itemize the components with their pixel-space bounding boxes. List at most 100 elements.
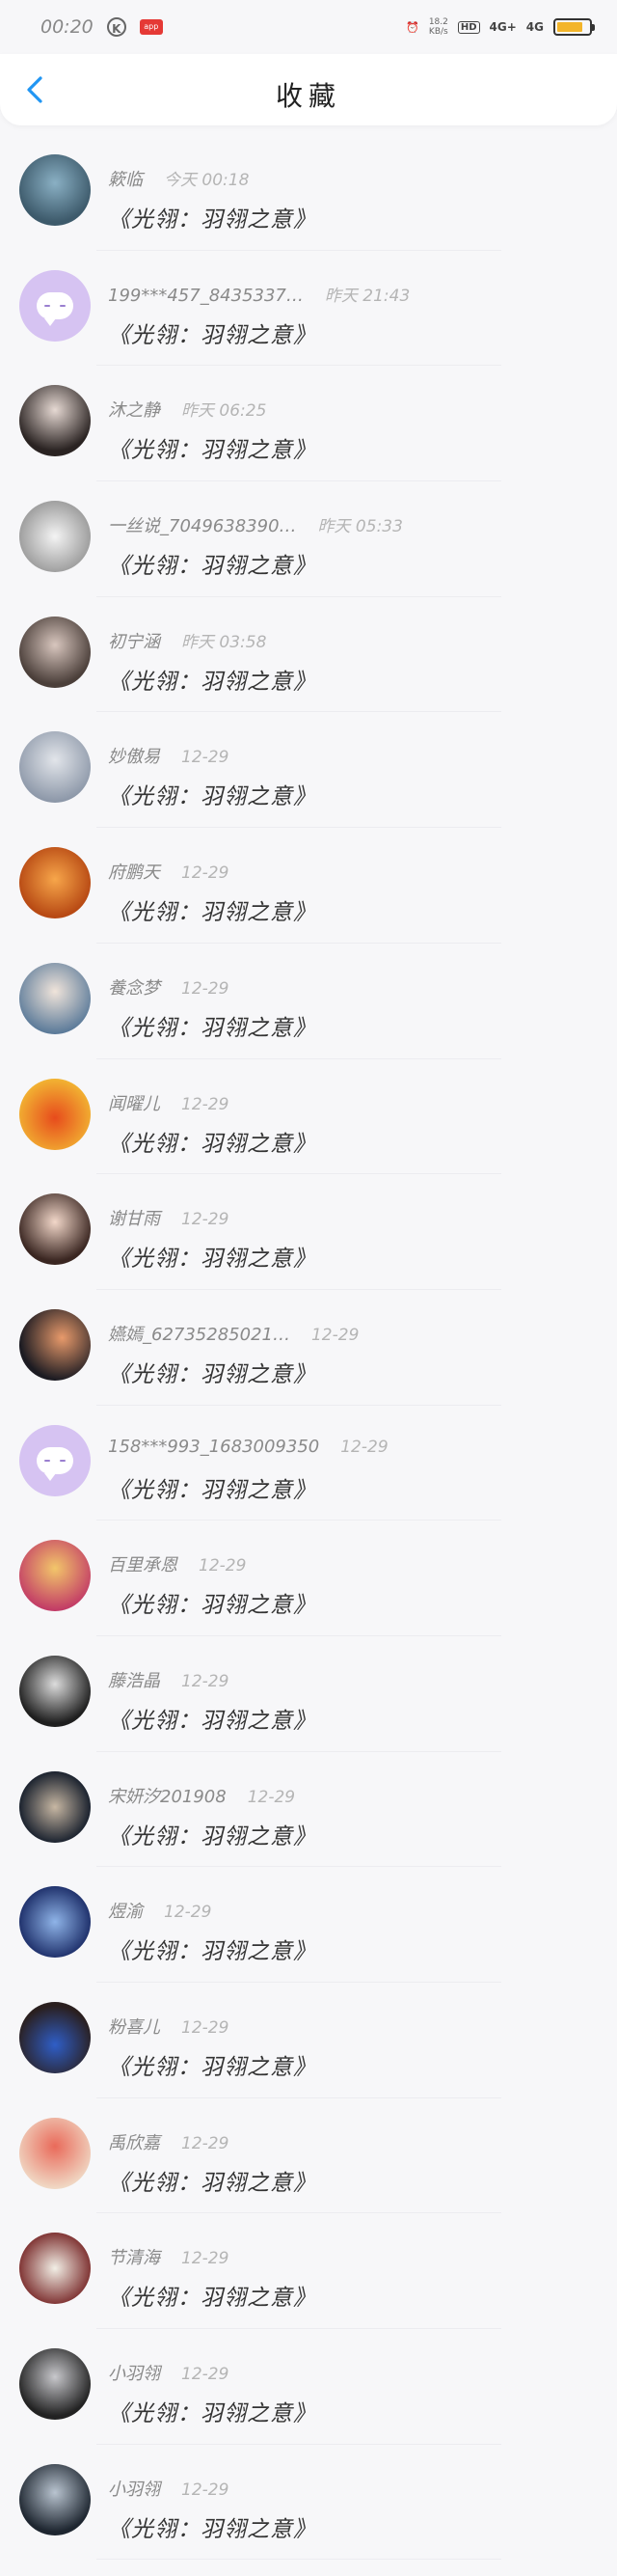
list-item[interactable]: 谢甘雨 12-29 《光翎：羽翎之意》: [0, 1174, 617, 1290]
user-name[interactable]: 小羽翎: [108, 2364, 160, 2384]
avatar[interactable]: [19, 2002, 91, 2073]
user-name[interactable]: 初宁涵: [108, 632, 160, 652]
avatar[interactable]: [19, 962, 91, 1034]
list-item[interactable]: 节清海 12-29 《光翎：羽翎之意》: [0, 2213, 617, 2329]
work-title[interactable]: 《光翎：羽翎之意》: [108, 2048, 316, 2081]
avatar[interactable]: [19, 1770, 91, 1843]
avatar[interactable]: [19, 847, 91, 919]
item-meta: 闻曜儿 12-29: [108, 1090, 228, 1115]
avatar[interactable]: [19, 2233, 91, 2305]
work-title[interactable]: 《光翎：羽翎之意》: [108, 1240, 316, 1273]
list-item[interactable]: 百里承恩 12-29 《光翎：羽翎之意》: [0, 1521, 617, 1636]
signal-4gplus-icon: 4G+: [489, 20, 517, 34]
timestamp: 昨天 05:33: [317, 517, 403, 537]
list-item[interactable]: 158***993_1683009350 12-29 《光翎：羽翎之意》: [0, 1406, 617, 1521]
user-name[interactable]: 宋妍汐201908: [108, 1787, 227, 1807]
user-name[interactable]: 簌临: [108, 170, 143, 190]
user-name[interactable]: 节清海: [108, 2248, 160, 2268]
item-meta: 煜渝 12-29: [108, 1898, 211, 1923]
list-item[interactable]: 養念梦 12-29 《光翎：羽翎之意》: [0, 944, 617, 1059]
work-title[interactable]: 《光翎：羽翎之意》: [108, 431, 316, 464]
work-title[interactable]: 《光翎：羽翎之意》: [108, 2395, 316, 2427]
avatar[interactable]: [19, 1193, 91, 1266]
user-name[interactable]: 闻曜儿: [108, 1094, 160, 1114]
work-title[interactable]: 《光翎：羽翎之意》: [108, 663, 316, 696]
list-item[interactable]: 小羽翎 12-29 《光翎：羽翎之意》: [0, 2329, 617, 2445]
list-item[interactable]: 沐之静 昨天 06:25 《光翎：羽翎之意》: [0, 366, 617, 481]
avatar[interactable]: [19, 1424, 91, 1496]
user-name[interactable]: 一丝说_7049638390…: [108, 516, 297, 536]
user-name[interactable]: 百里承恩: [108, 1555, 177, 1576]
title-bar: 收藏: [0, 54, 617, 125]
work-title[interactable]: 《光翎：羽翎之意》: [108, 201, 316, 233]
user-name[interactable]: 禹欣嘉: [108, 2133, 160, 2153]
timestamp: 12-29: [181, 863, 229, 884]
avatar[interactable]: [19, 2348, 91, 2421]
work-title[interactable]: 《光翎：羽翎之意》: [108, 1702, 316, 1735]
work-title[interactable]: 《光翎：羽翎之意》: [108, 2279, 316, 2312]
avatar[interactable]: [19, 154, 91, 226]
user-name[interactable]: 沐之静: [108, 400, 160, 421]
avatar[interactable]: [19, 1886, 91, 1959]
item-meta: 宋妍汐201908 12-29: [108, 1783, 295, 1808]
list-item[interactable]: 煜渝 12-29 《光翎：羽翎之意》: [0, 1867, 617, 1983]
list-item[interactable]: 初宁涵 昨天 03:58 《光翎：羽翎之意》: [0, 597, 617, 713]
list-item[interactable]: 禹欣嘉 12-29 《光翎：羽翎之意》: [0, 2098, 617, 2214]
user-name[interactable]: 谢甘雨: [108, 1209, 160, 1229]
work-title[interactable]: 《光翎：羽翎之意》: [108, 1818, 316, 1850]
avatar[interactable]: [19, 616, 91, 688]
avatar[interactable]: [19, 1655, 91, 1727]
avatar[interactable]: [19, 1078, 91, 1150]
work-title[interactable]: 《光翎：羽翎之意》: [108, 1471, 316, 1504]
work-title[interactable]: 《光翎：羽翎之意》: [108, 1125, 316, 1158]
work-title[interactable]: 《光翎：羽翎之意》: [108, 2510, 316, 2543]
work-title[interactable]: 《光翎：羽翎之意》: [108, 893, 316, 926]
list-item[interactable]: 府鹏天 12-29 《光翎：羽翎之意》: [0, 828, 617, 944]
list-item[interactable]: 妙傲易 12-29 《光翎：羽翎之意》: [0, 712, 617, 828]
timestamp: 12-29: [340, 1437, 389, 1457]
timestamp: 12-29: [181, 2018, 229, 2038]
work-title[interactable]: 《光翎：羽翎之意》: [108, 316, 316, 349]
user-name[interactable]: 199***457_8435337…: [108, 286, 304, 306]
user-name[interactable]: 府鹏天: [108, 863, 160, 883]
user-name[interactable]: 妙傲易: [108, 747, 160, 767]
eye-mark: [44, 304, 50, 307]
list-item[interactable]: 嬿嫣_62735285021… 12-29 《光翎：羽翎之意》: [0, 1290, 617, 1406]
avatar[interactable]: [19, 2117, 91, 2189]
list-item[interactable]: 宋妍汐201908 12-29 《光翎：羽翎之意》: [0, 1752, 617, 1868]
status-right: ⏰ 18.2 KB/s HD 4G+ 4G: [406, 17, 595, 37]
avatar[interactable]: [19, 269, 91, 342]
work-title[interactable]: 《光翎：羽翎之意》: [108, 1356, 316, 1388]
item-meta: 百里承恩 12-29: [108, 1551, 246, 1576]
list-item[interactable]: 一丝说_7049638390… 昨天 05:33 《光翎：羽翎之意》: [0, 481, 617, 597]
list-item[interactable]: 闻曜儿 12-29 《光翎：羽翎之意》: [0, 1059, 617, 1175]
list-item[interactable]: 199***457_8435337… 昨天 21:43 《光翎：羽翎之意》: [0, 251, 617, 367]
user-name[interactable]: 藤浩晶: [108, 1671, 160, 1691]
avatar[interactable]: [19, 731, 91, 804]
work-title[interactable]: 《光翎：羽翎之意》: [108, 2164, 316, 2197]
signal-4g-icon: 4G: [525, 20, 544, 34]
item-meta: 嬿嫣_62735285021… 12-29: [108, 1321, 359, 1346]
user-name[interactable]: 158***993_1683009350: [108, 1437, 319, 1457]
work-title[interactable]: 《光翎：羽翎之意》: [108, 778, 316, 810]
list-item[interactable]: 小羽翎 12-29 《光翎：羽翎之意》: [0, 2445, 617, 2561]
avatar[interactable]: [19, 2463, 91, 2535]
work-title[interactable]: 《光翎：羽翎之意》: [108, 1932, 316, 1965]
user-name[interactable]: 粉喜儿: [108, 2017, 160, 2038]
list-item[interactable]: 藤浩晶 12-29 《光翎：羽翎之意》: [0, 1636, 617, 1752]
item-meta: 沐之静 昨天 06:25: [108, 397, 266, 422]
avatar[interactable]: [19, 1308, 91, 1381]
avatar[interactable]: [19, 1540, 91, 1612]
work-title[interactable]: 《光翎：羽翎之意》: [108, 1586, 316, 1619]
work-title[interactable]: 《光翎：羽翎之意》: [108, 547, 316, 580]
timestamp: 12-29: [181, 2133, 229, 2153]
avatar[interactable]: [19, 385, 91, 457]
user-name[interactable]: 養念梦: [108, 978, 160, 999]
user-name[interactable]: 嬿嫣_62735285021…: [108, 1325, 290, 1345]
user-name[interactable]: 煜渝: [108, 1902, 143, 1922]
avatar[interactable]: [19, 501, 91, 573]
list-item[interactable]: 粉喜儿 12-29 《光翎：羽翎之意》: [0, 1983, 617, 2098]
list-item[interactable]: 簌临 今天 00:18 《光翎：羽翎之意》: [0, 135, 617, 251]
user-name[interactable]: 小羽翎: [108, 2480, 160, 2500]
work-title[interactable]: 《光翎：羽翎之意》: [108, 1009, 316, 1042]
